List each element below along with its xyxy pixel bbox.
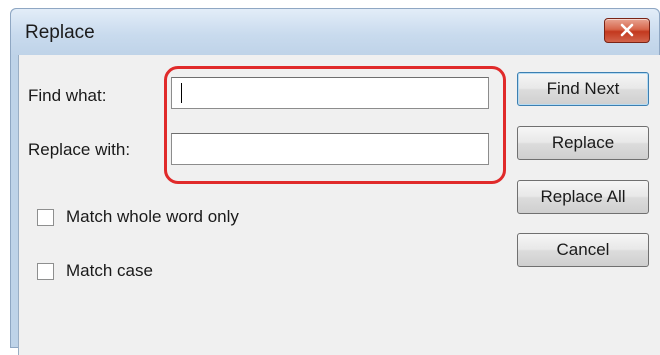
match-whole-word-checkbox[interactable] [37, 209, 54, 226]
highlight-annotation [164, 66, 506, 184]
match-case-label[interactable]: Match case [66, 261, 153, 281]
match-case-checkbox[interactable] [37, 263, 54, 280]
dialog-title: Replace [25, 22, 95, 43]
dialog-body: Find what: Replace with: Find Next Repla… [18, 55, 660, 355]
replace-with-label: Replace with: [28, 140, 131, 159]
match-whole-word-label[interactable]: Match whole word only [66, 207, 239, 227]
close-icon [620, 23, 634, 37]
title-bar[interactable]: Replace [11, 9, 659, 55]
find-what-label: Find what: [28, 86, 107, 105]
replace-button[interactable]: Replace [517, 126, 649, 160]
close-button[interactable] [604, 18, 650, 43]
replace-all-button[interactable]: Replace All [517, 180, 649, 214]
find-next-button[interactable]: Find Next [517, 72, 649, 106]
cancel-button[interactable]: Cancel [517, 233, 649, 267]
replace-dialog: Replace Find what: Replace with: Find Ne… [10, 8, 660, 355]
